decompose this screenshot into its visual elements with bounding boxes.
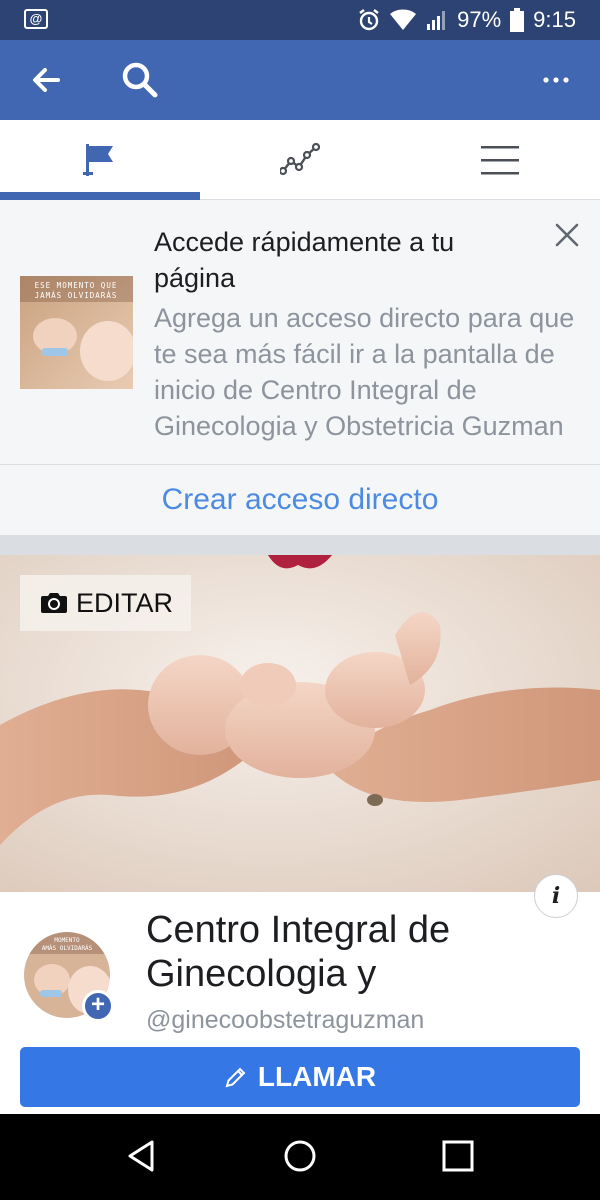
clock-time: 9:15 (533, 7, 576, 32)
search-icon[interactable] (120, 60, 160, 100)
page-tabs (0, 120, 600, 200)
thumb-text-line1: ESE MOMENTO QUE (35, 281, 118, 290)
nav-home-icon[interactable] (282, 1138, 318, 1174)
svg-text:MOMENTO: MOMENTO (54, 937, 80, 944)
battery-percent: 97% (457, 7, 502, 32)
edit-label: EDITAR (76, 587, 174, 618)
edit-cover-button[interactable]: EDITAR (20, 575, 192, 631)
page-thumbnail: ESE MOMENTO QUE JAMÁS OLVIDARÁS (20, 276, 133, 389)
tab-page[interactable] (0, 120, 200, 200)
thumb-text-line2: JAMÁS OLVIDARÁS (35, 291, 118, 300)
cover-photo[interactable]: EDITAR (0, 555, 600, 892)
banner-title: Accede rápidamente a tu página (154, 227, 455, 293)
nav-back-icon[interactable] (124, 1138, 160, 1174)
tab-insights[interactable] (200, 120, 400, 200)
info-icon[interactable]: i (534, 874, 578, 918)
add-photo-icon[interactable]: + (82, 990, 114, 1022)
create-shortcut-button[interactable]: Crear acceso directo (0, 466, 600, 534)
at-sign-icon: @ (24, 9, 48, 29)
alarm-icon (359, 9, 379, 31)
profile-section: i MOMENTO AMÁS OLVIDARÁS + Centro Integr… (0, 874, 600, 1114)
svg-text:AMÁS OLVIDARÁS: AMÁS OLVIDARÁS (42, 945, 93, 952)
banner-divider (0, 464, 600, 465)
menu-icon (481, 146, 519, 175)
flag-icon (83, 144, 113, 176)
call-label: LLAMAR (257, 1061, 377, 1092)
app-bar (0, 40, 600, 120)
page-name: Centro Integral de Ginecologia y (146, 909, 451, 995)
shortcut-banner: ESE MOMENTO QUE JAMÁS OLVIDARÁS Accede r… (0, 200, 600, 535)
tab-menu[interactable] (400, 120, 600, 200)
battery-icon (510, 8, 525, 32)
banner-description: Agrega un acceso directo para que te sea… (154, 303, 575, 441)
status-bar: @ 97% 9:15 (0, 0, 600, 40)
wifi-icon (390, 9, 417, 30)
arrow-left-icon[interactable] (28, 62, 64, 98)
camera-icon (41, 593, 67, 613)
signal-icon (427, 11, 446, 30)
page-handle: @ginecoobstetraguzman (146, 1006, 425, 1034)
insights-icon (280, 143, 320, 176)
pencil-icon (225, 1067, 246, 1088)
active-tab-indicator (0, 192, 200, 200)
more-dots-icon[interactable] (538, 62, 574, 98)
call-button[interactable]: LLAMAR (20, 1047, 580, 1107)
close-icon[interactable] (552, 220, 582, 250)
system-nav-bar (0, 1114, 600, 1200)
nav-recents-icon[interactable] (440, 1138, 476, 1174)
section-separator (0, 535, 600, 555)
